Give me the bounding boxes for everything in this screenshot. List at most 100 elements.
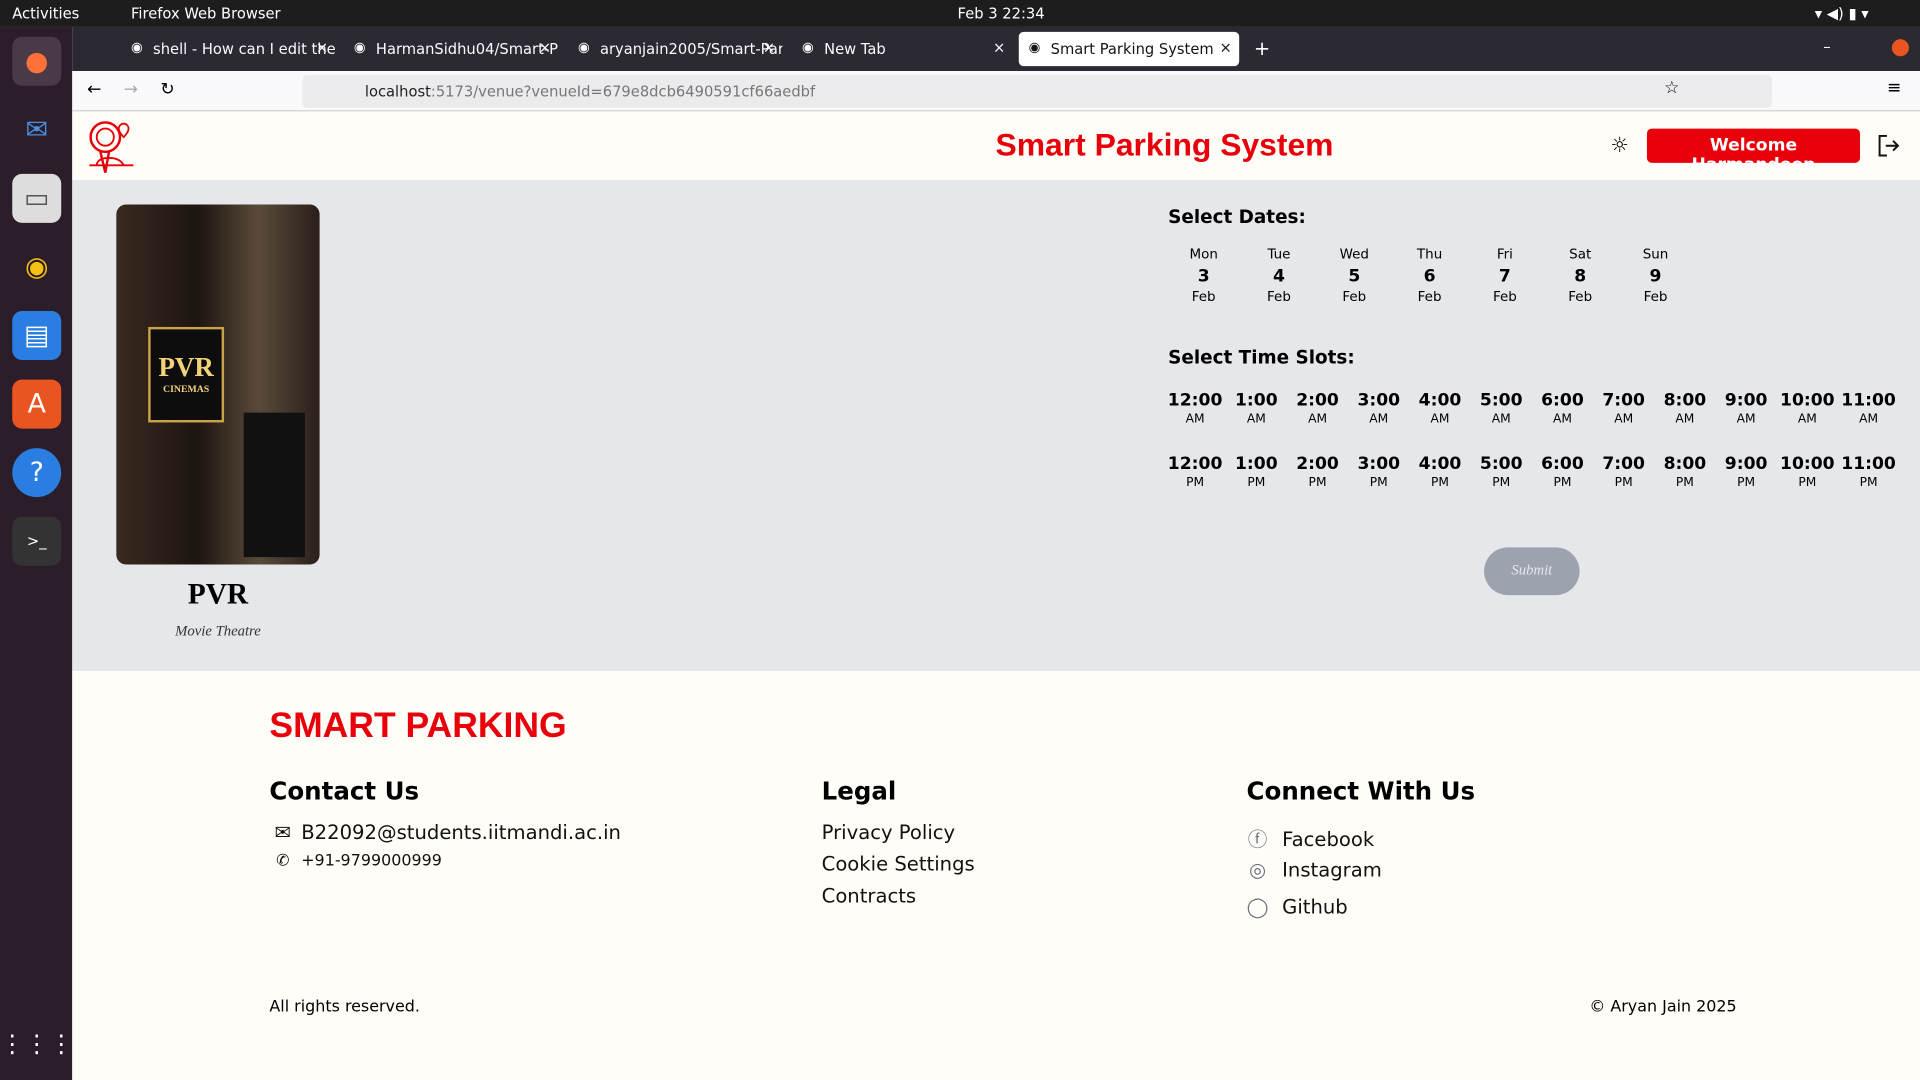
close-icon[interactable]: ×	[539, 39, 551, 56]
time-slot-pm[interactable]: 6:00 PM	[1532, 454, 1593, 490]
date-option[interactable]: Sat 8 Feb	[1550, 246, 1611, 305]
tab-harman[interactable]: ◉ HarmanSidhu04/Smart-P ×	[344, 32, 558, 66]
dock: ● ✉ ▭ ◉ ▤ A ? >_ ⋮⋮⋮	[0, 26, 73, 1080]
date-option[interactable]: Sun 9 Feb	[1625, 246, 1686, 305]
cookie-settings-link[interactable]: Cookie Settings	[822, 852, 975, 875]
tab-label: Smart Parking System	[1050, 40, 1214, 58]
privacy-policy-link[interactable]: Privacy Policy	[822, 820, 956, 843]
slot-period: AM	[1797, 412, 1817, 427]
time-slot-am[interactable]: 3:00 AM	[1348, 391, 1409, 427]
time-slot-pm[interactable]: 7:00 PM	[1593, 454, 1654, 490]
close-icon[interactable]: ×	[1220, 39, 1232, 56]
slot-period: AM	[1736, 412, 1756, 427]
time-slot-pm[interactable]: 1:00 PM	[1226, 454, 1287, 490]
time-slot-am[interactable]: 12:00 AM	[1164, 391, 1225, 427]
tab-label: New Tab	[824, 40, 886, 58]
close-icon[interactable]: ×	[763, 39, 775, 56]
time-slot-pm[interactable]: 12:00 PM	[1164, 454, 1225, 490]
date-option[interactable]: Wed 5 Feb	[1324, 246, 1385, 305]
github-link[interactable]: ◯ Github	[1244, 895, 1348, 918]
date-day: Mon	[1189, 246, 1218, 263]
new-tab-icon[interactable]: +	[1254, 37, 1270, 60]
contact-phone[interactable]: ✆ +91-9799000999	[269, 852, 442, 870]
slot-time: 2:00	[1296, 454, 1339, 474]
close-icon[interactable]: ×	[316, 39, 328, 56]
theme-toggle-sun-icon[interactable]: ☼	[1610, 133, 1629, 157]
venue-name: PVR	[187, 579, 249, 612]
instagram-link[interactable]: ◎ Instagram	[1244, 858, 1382, 881]
time-slot-am[interactable]: 10:00 AM	[1777, 391, 1838, 427]
date-option[interactable]: Mon 3 Feb	[1173, 246, 1234, 305]
time-slot-am[interactable]: 5:00 AM	[1471, 391, 1532, 427]
url-bar[interactable]: localhost:5173/venue?venueId=679e8dcb649…	[302, 74, 1772, 108]
minimize-icon[interactable]: –	[1823, 38, 1830, 55]
time-slot-am[interactable]: 7:00 AM	[1593, 391, 1654, 427]
system-status-icons[interactable]: ▾ ◀) ▮ ▾	[1815, 5, 1869, 22]
reload-icon[interactable]: ↻	[160, 80, 174, 100]
writer-icon[interactable]: ▤	[12, 311, 62, 361]
activities-button[interactable]: Activities	[12, 5, 79, 22]
tab-shell[interactable]: ◉ shell - How can I edit the ×	[121, 32, 335, 66]
rhythmbox-icon[interactable]: ◉	[12, 242, 61, 291]
facebook-link[interactable]: ⓕ Facebook	[1244, 823, 1374, 852]
welcome-user-button[interactable]: Welcome Harmandeep	[1646, 128, 1861, 175]
date-month: Feb	[1267, 288, 1291, 305]
legal-title: Legal	[821, 776, 897, 806]
software-icon[interactable]: A	[12, 379, 62, 429]
time-slot-am[interactable]: 4:00 AM	[1409, 391, 1470, 427]
help-icon[interactable]: ?	[12, 448, 62, 498]
contracts-link[interactable]: Contracts	[822, 884, 916, 907]
time-slot-pm[interactable]: 3:00 PM	[1348, 454, 1409, 490]
date-date: 9	[1649, 266, 1662, 287]
menu-icon[interactable]: ≡	[1887, 78, 1901, 98]
slot-time: 12:00	[1167, 454, 1223, 474]
clock[interactable]: Feb 3 22:34	[958, 5, 1045, 22]
submit-button[interactable]: Submit	[1484, 547, 1580, 596]
terminal-icon[interactable]: >_	[12, 516, 62, 566]
url-path: :5173/venue?venueId=679e8dcb6490591cf66a…	[430, 83, 816, 101]
close-window-icon[interactable]	[1891, 39, 1909, 57]
slot-period: PM	[1247, 476, 1266, 490]
apps-grid-icon[interactable]: ⋮⋮⋮	[0, 1019, 73, 1068]
time-slot-pm[interactable]: 2:00 PM	[1287, 454, 1348, 490]
slot-time: 3:00	[1357, 454, 1401, 474]
time-slot-am[interactable]: 8:00 AM	[1654, 391, 1715, 427]
tab-new[interactable]: ◉ New Tab ×	[792, 32, 1012, 66]
time-slot-pm[interactable]: 9:00 PM	[1716, 454, 1777, 490]
time-slot-pm[interactable]: 8:00 PM	[1654, 454, 1715, 490]
date-month: Feb	[1191, 288, 1216, 305]
files-icon[interactable]: ▭	[12, 173, 62, 223]
slot-period: AM	[1185, 412, 1205, 427]
back-icon[interactable]: ←	[87, 80, 101, 100]
time-slot-pm[interactable]: 5:00 PM	[1471, 454, 1532, 490]
tab-aryan[interactable]: ◉ aryanjain2005/Smart-Par ×	[568, 32, 782, 66]
date-option[interactable]: Tue 4 Feb	[1248, 246, 1309, 305]
slot-period: PM	[1186, 476, 1205, 490]
time-slot-am[interactable]: 9:00 AM	[1716, 391, 1777, 427]
date-day: Tue	[1267, 246, 1291, 263]
time-slot-am[interactable]: 6:00 AM	[1532, 391, 1593, 427]
time-slot-am[interactable]: 2:00 AM	[1287, 391, 1348, 427]
date-option[interactable]: Fri 7 Feb	[1474, 246, 1535, 305]
slot-period: PM	[1553, 476, 1572, 490]
bookmark-star-icon[interactable]: ☆	[1664, 78, 1679, 98]
slot-period: PM	[1431, 476, 1449, 490]
contact-email[interactable]: ✉ B22092@students.iitmandi.ac.in	[269, 820, 621, 843]
app-menu[interactable]: Firefox Web Browser	[131, 5, 281, 22]
firefox-icon[interactable]: ●	[12, 36, 62, 86]
slot-period: AM	[1246, 412, 1266, 427]
forward-icon[interactable]: →	[124, 80, 138, 100]
instagram-icon: ◎	[1248, 858, 1267, 882]
logout-icon[interactable]	[1876, 133, 1900, 157]
time-slot-pm[interactable]: 4:00 PM	[1409, 454, 1470, 490]
time-slot-am[interactable]: 1:00 AM	[1226, 391, 1287, 427]
tab-smart-parking[interactable]: ◉ Smart Parking System ×	[1018, 31, 1240, 67]
time-slot-am[interactable]: 11:00 AM	[1838, 391, 1899, 427]
url-host: localhost	[364, 83, 431, 101]
close-icon[interactable]: ×	[993, 39, 1005, 56]
tab-label: shell - How can I edit the	[153, 40, 336, 58]
date-option[interactable]: Thu 6 Feb	[1399, 246, 1460, 305]
time-slot-pm[interactable]: 10:00 PM	[1777, 454, 1838, 490]
time-slot-pm[interactable]: 11:00 PM	[1838, 454, 1899, 490]
thunderbird-icon[interactable]: ✉	[12, 105, 61, 154]
